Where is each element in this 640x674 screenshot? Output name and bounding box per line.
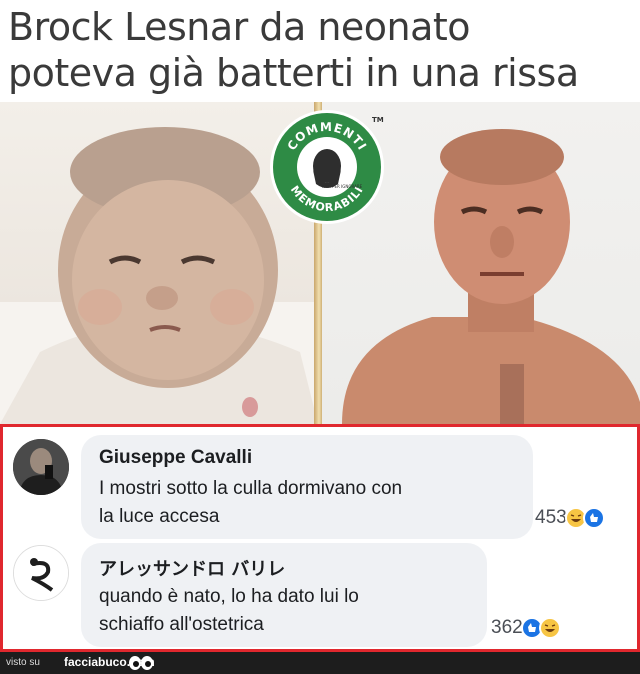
commenti-memorabili-logo: COMMENTI MEMORABILI NATI PER IGNORARE TM: [268, 108, 386, 226]
comment-author[interactable]: Giuseppe Cavalli: [99, 447, 252, 469]
haha-icon: [538, 617, 561, 639]
meme-title-line-1: Brock Lesnar da neonato: [8, 5, 471, 49]
comments-panel: Giuseppe Cavalli I mostri sotto la culla…: [0, 424, 640, 652]
logo-trademark: TM: [372, 116, 384, 124]
reaction-summary[interactable]: 453: [535, 507, 605, 529]
comment-text-line-1: I mostri sotto la culla dormivano con: [99, 478, 403, 499]
reaction-count: 453: [535, 507, 567, 528]
eyes-icon: [128, 655, 154, 671]
meme-title: Brock Lesnar da neonato poteva già batte…: [8, 4, 638, 96]
meme-title-line-2: poteva già batterti in una rissa: [8, 51, 579, 95]
avatar[interactable]: [13, 439, 69, 495]
like-icon: [582, 507, 605, 529]
comment-text-line-2: schiaffo all'ostetrica: [99, 614, 264, 635]
reaction-count: 362: [491, 617, 523, 638]
comment-author[interactable]: アレッサンドロ バリレ: [99, 555, 285, 581]
reaction-summary[interactable]: 362: [491, 617, 561, 639]
avatar[interactable]: [13, 545, 69, 601]
logo-tagline: NATI PER IGNORARE: [322, 184, 363, 189]
footer-bar: visto su facciabuco.com: [0, 652, 640, 674]
footer-visto-su: visto su: [6, 657, 40, 668]
comment-text-line-2: la luce accesa: [99, 506, 220, 527]
comment-text-line-1: quando è nato, lo ha dato lui lo: [99, 586, 359, 607]
